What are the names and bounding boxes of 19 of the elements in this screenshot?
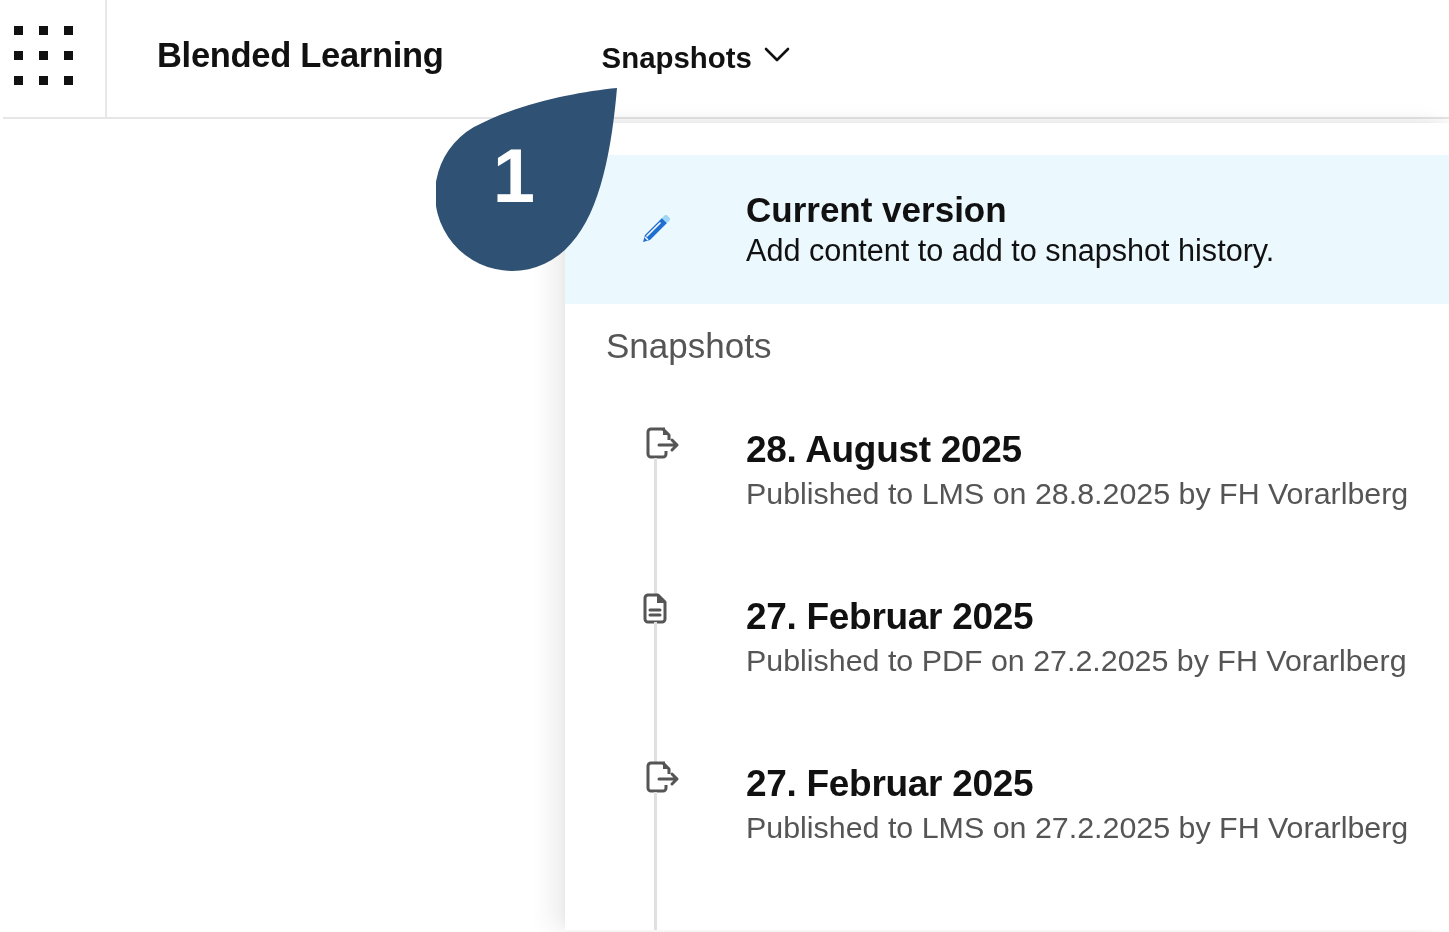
current-version-row[interactable]: Current version Add content to add to snapshot history. xyxy=(565,155,1449,304)
file-export-icon xyxy=(645,426,681,460)
app-title: Blended Learning xyxy=(157,35,444,76)
snapshots-dropdown-button[interactable]: Snapshots xyxy=(601,36,790,76)
document-icon xyxy=(642,593,668,624)
current-version-description: Add content to add to snapshot history. xyxy=(746,231,1275,270)
snapshot-title[interactable]: 27. Februar 2025 xyxy=(746,596,1407,638)
callout-number: 1 xyxy=(491,138,537,214)
section-heading: Snapshots xyxy=(605,325,773,367)
chevron-down-icon xyxy=(763,47,790,62)
pencil-icon xyxy=(640,214,670,245)
snapshot-description: Published to LMS on 27.2.2025 by FH Vorarlberg xyxy=(746,809,1409,846)
snapshot-title[interactable]: 28. August 2025 xyxy=(746,429,1409,471)
file-export-icon xyxy=(645,760,681,794)
snapshot-title[interactable]: 27. Februar 2025 xyxy=(746,763,1409,805)
app-launcher-icon[interactable] xyxy=(14,26,73,85)
snapshot-description: Published to LMS on 28.8.2025 by FH Vorarlberg xyxy=(746,475,1409,512)
current-version-title: Current version xyxy=(746,189,1008,230)
snapshot-description: Published to PDF on 27.2.2025 by FH Vorarlberg xyxy=(746,642,1407,679)
